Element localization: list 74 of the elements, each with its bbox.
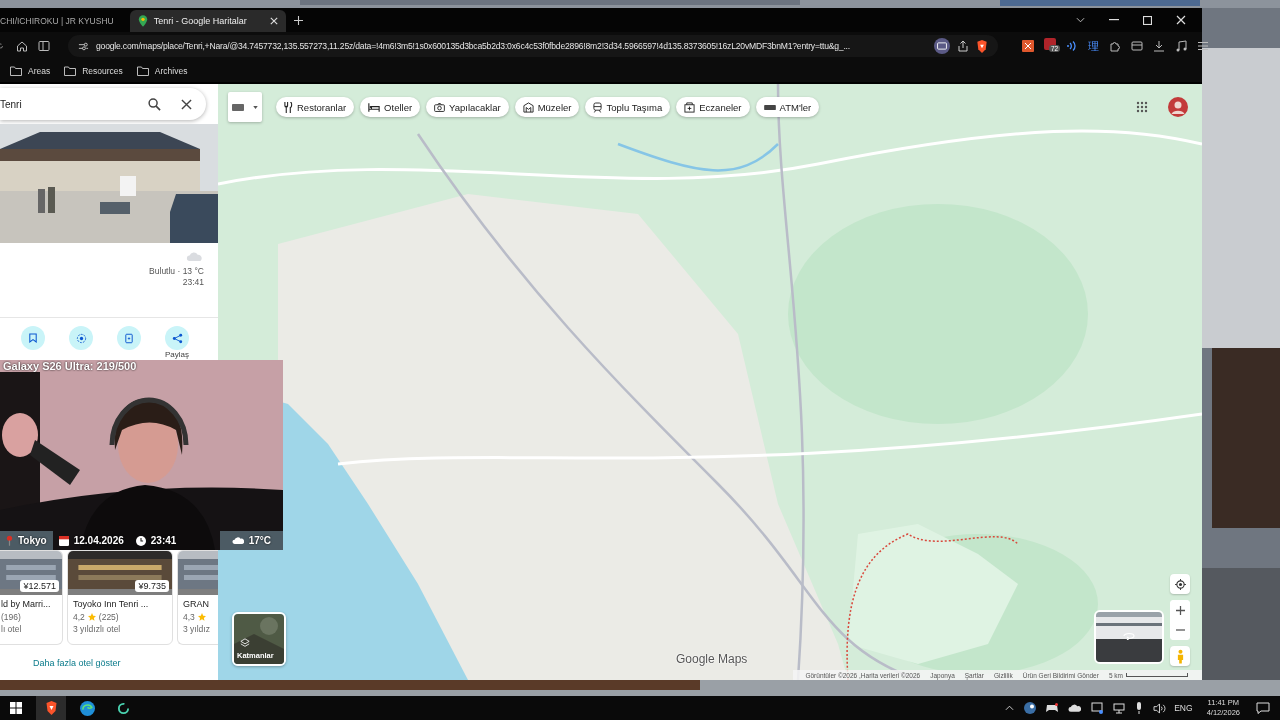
price-tag: ¥12.571 [20, 580, 59, 592]
hotel-card[interactable]: ¥9.735 Toyoko Inn Tenri ... 4,2 (225) 3 yıldızlı otel [67, 550, 173, 645]
gamepad-icon[interactable] [1046, 703, 1059, 713]
bookmark-folder[interactable]: Archives [136, 66, 188, 76]
windows-start-icon[interactable] [10, 702, 22, 714]
rating: 4,3 [183, 611, 195, 622]
bookmark-folder[interactable]: Resources [64, 66, 123, 76]
speaker-icon[interactable] [1153, 702, 1167, 714]
maximize-icon[interactable] [1143, 15, 1152, 25]
music-note-icon[interactable] [1175, 40, 1187, 52]
sidebar-icon[interactable] [38, 40, 50, 52]
hotel-class: 3 yıldızlı otel [73, 624, 122, 634]
rating: 4,2 [73, 611, 85, 622]
language-indicator[interactable]: ENG [1174, 703, 1193, 713]
browser-tab[interactable]: CHI/ICHIROKU | JR KYUSHU [0, 10, 122, 32]
share-icon [171, 332, 183, 344]
folder-icon [10, 66, 22, 76]
review-count: (225) [98, 611, 119, 622]
map-pin-icon [137, 15, 148, 27]
share-button[interactable] [165, 326, 189, 350]
chevron-down-icon[interactable] [1076, 17, 1085, 23]
extension-icon[interactable] [1022, 40, 1034, 52]
weather-text: Bulutlu · 13 °C [149, 266, 204, 277]
ring-icon [116, 701, 130, 715]
notification-icon[interactable] [1256, 702, 1270, 714]
puzzle-icon[interactable] [1109, 40, 1121, 52]
screen-cast-icon[interactable] [934, 38, 950, 54]
minimize-icon[interactable] [1109, 19, 1119, 21]
lion-shield-icon[interactable] [976, 39, 988, 53]
save-button[interactable] [21, 326, 45, 350]
review-count: (196) [1, 611, 21, 622]
lion-shield-icon [44, 701, 58, 715]
send-to-phone-button[interactable] [117, 326, 141, 350]
taskbar-app[interactable] [36, 696, 66, 720]
hotel-name: ld by Marri... [1, 599, 52, 609]
price-tag: ¥9.735 [135, 580, 169, 592]
cloud-icon[interactable] [1068, 704, 1082, 712]
star-icon [87, 612, 96, 621]
extension-button[interactable]: 理 [1088, 38, 1099, 54]
download-icon[interactable] [1153, 40, 1165, 52]
bookmark-folder[interactable]: Areas [10, 66, 51, 76]
star-icon [197, 612, 206, 621]
site-settings-icon[interactable] [78, 40, 89, 52]
plus-icon[interactable] [293, 15, 303, 25]
close-icon[interactable] [181, 98, 192, 110]
address-bar[interactable]: google.com/maps/place/Tenri,+Nara/@34.7457732,135.557273,11.25z/data=!4m6!3m5!1s0x600135d3bca5b2d3:0x6c4c53f0fbde2896!8m2!3d34.5966597!4d135.8373605!16zL20vMDF3bnM1?entry=ttu&g_... [68, 35, 998, 57]
browser-tab[interactable]: Tenri - Google Haritalar [129, 10, 286, 32]
wave-icon[interactable] [1066, 40, 1078, 52]
monitor-icon[interactable] [1091, 702, 1104, 714]
hotel-name: GRAN [183, 599, 210, 609]
folder-icon [136, 66, 149, 76]
share-label: Paylaş [165, 350, 189, 359]
hotel-class: lı otel [1, 624, 23, 634]
location-icon [75, 332, 87, 344]
weather-time: 23:41 [182, 277, 204, 288]
nearby-button[interactable] [69, 326, 93, 350]
chevron-up-icon[interactable] [1005, 705, 1015, 711]
bookmark-icon [29, 333, 37, 343]
search-field[interactable]: Tenri [0, 88, 206, 120]
phone-icon [125, 332, 133, 344]
folder-icon [64, 66, 77, 76]
hotel-card[interactable]: ¥12.571 ld by Marri... (196) lı otel [0, 550, 63, 645]
wallet-icon[interactable] [1131, 40, 1143, 52]
more-hotels-link[interactable]: Daha fazla otel göster [33, 657, 121, 668]
microphone-icon[interactable] [1135, 702, 1144, 714]
home-icon[interactable] [16, 40, 28, 52]
share-icon[interactable] [957, 40, 969, 52]
wave-circle-icon [79, 700, 95, 716]
steam-icon[interactable] [1024, 702, 1037, 714]
hotel-name: Toyoko Inn Tenri ... [73, 599, 150, 609]
hotel-class: 3 yıldız [183, 624, 211, 634]
extension-icon [1044, 38, 1056, 50]
cloud-icon [186, 251, 204, 262]
search-icon[interactable] [148, 97, 161, 111]
